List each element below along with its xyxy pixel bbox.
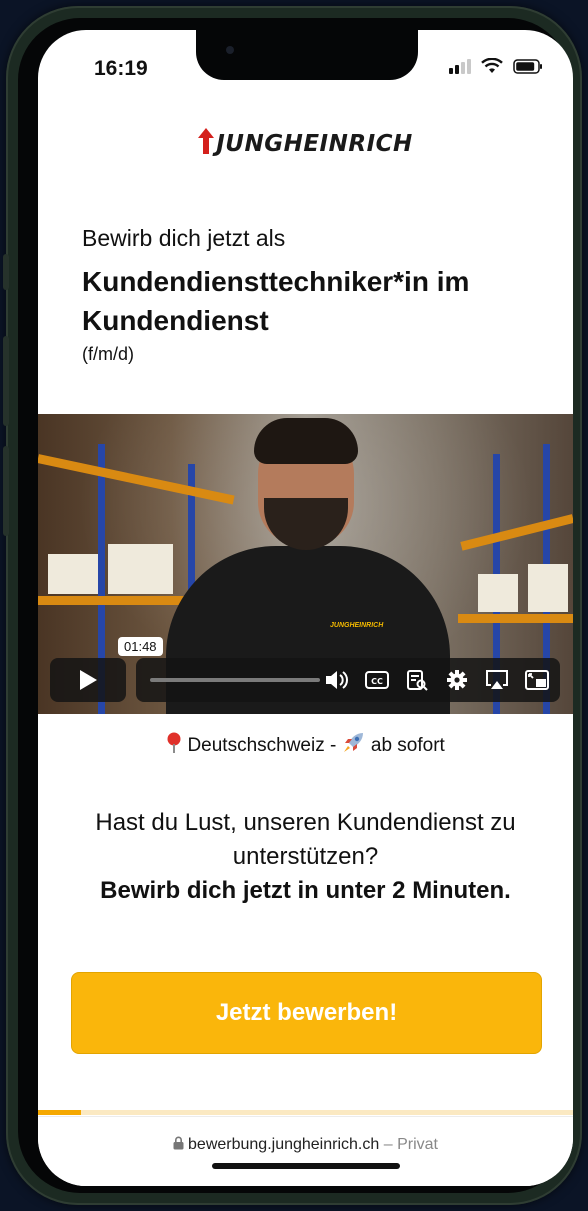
video-controls: CC [50, 658, 560, 702]
job-intro: Bewirb dich jetzt als Kundendiensttechni… [82, 225, 542, 365]
location-region: Deutschschweiz - [187, 735, 337, 756]
apply-now-button[interactable]: Jetzt bewerben! [71, 972, 542, 1054]
front-camera [226, 46, 234, 54]
start-date: ab sofort [370, 735, 445, 756]
picture-in-picture-icon[interactable] [524, 667, 550, 693]
rocket-icon [342, 730, 366, 760]
job-title: Kundendiensttechniker*in im Kundendienst [82, 266, 470, 336]
notch [196, 30, 418, 80]
storage-box [478, 574, 518, 612]
brand-logo: JUNGHEINRICH [38, 128, 573, 159]
pitch-question: Hast du Lust, unseren Kundendienst zu un… [95, 809, 516, 870]
logo-text: JUNGHEINRICH [216, 131, 413, 157]
gender-suffix: (f/m/d) [82, 344, 134, 364]
video-control-icons: CC [324, 667, 550, 693]
lock-icon [173, 1136, 184, 1155]
url-separator: – [383, 1136, 393, 1153]
storage-box [108, 544, 173, 594]
logo-arrow-icon [198, 128, 215, 159]
browser-url-bar[interactable]: bewerbung.jungheinrich.ch – Privat [38, 1116, 573, 1186]
storage-box [48, 554, 98, 594]
volume-down-button [3, 446, 9, 536]
person-beard [264, 498, 348, 550]
play-button[interactable] [50, 658, 126, 702]
storage-box [528, 564, 568, 612]
person-hair [254, 418, 358, 464]
video-time-tooltip: 01:48 [118, 637, 163, 656]
private-mode-label: Privat [397, 1136, 438, 1153]
mute-switch [3, 254, 9, 290]
video-control-bar: CC [136, 658, 560, 702]
airplay-icon[interactable] [484, 667, 510, 693]
url-domain: bewerbung.jungheinrich.ch [188, 1136, 380, 1153]
shirt-logo: JUNGHEINRICH [330, 622, 384, 629]
settings-gear-icon[interactable] [444, 667, 470, 693]
video-seek-bar[interactable] [150, 678, 320, 682]
home-indicator[interactable] [212, 1163, 400, 1169]
volume-icon[interactable] [324, 667, 350, 693]
shelf-beam [460, 514, 573, 551]
form-progress-fill [38, 1110, 81, 1115]
url-text[interactable]: bewerbung.jungheinrich.ch – Privat [38, 1136, 573, 1155]
captions-icon[interactable]: CC [364, 667, 390, 693]
job-location: Deutschschweiz - ab sofort [38, 730, 573, 760]
map-pin-icon [166, 732, 182, 760]
screen: 16:19 JUNGHEINRICH Bewirb dich jetzt als… [38, 30, 573, 1186]
transcript-icon[interactable] [404, 667, 430, 693]
battery-icon [513, 59, 543, 74]
pitch-text: Hast du Lust, unseren Kundendienst zu un… [68, 806, 543, 908]
intro-line: Bewirb dich jetzt als [82, 225, 286, 251]
status-icons [449, 58, 543, 74]
shelf-beam [38, 454, 235, 505]
form-progress-bar [38, 1110, 573, 1115]
pitch-call: Bewirb dich jetzt in unter 2 Minuten. [100, 877, 511, 904]
svg-text:CC: CC [371, 677, 383, 686]
play-icon [80, 670, 97, 690]
status-time: 16:19 [94, 57, 148, 80]
shelf-beam [458, 614, 573, 623]
signal-icon [449, 58, 471, 74]
volume-up-button [3, 336, 9, 426]
wifi-icon [481, 58, 503, 74]
